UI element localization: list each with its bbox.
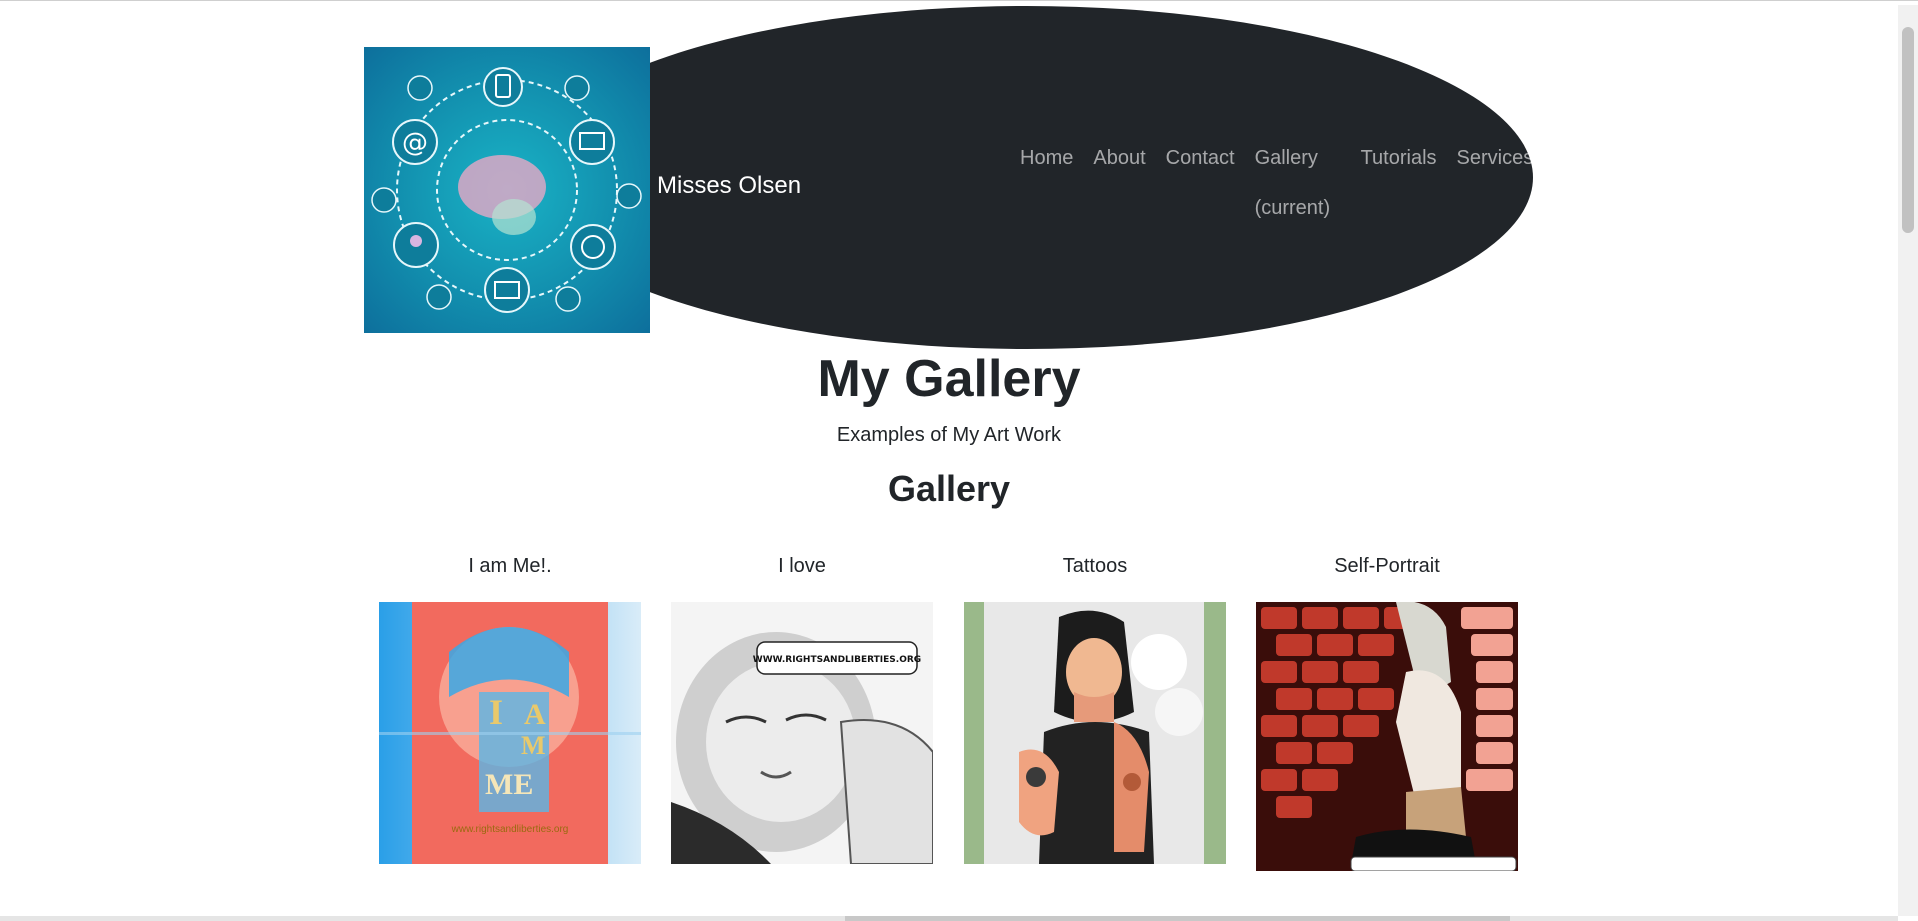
page-subtitle: Examples of My Art Work: [836, 424, 1062, 446]
gallery-image-tattoos[interactable]: [964, 602, 1226, 864]
svg-text:ME: ME: [485, 768, 533, 801]
svg-text:A: A: [524, 698, 546, 731]
gallery-image-i-love[interactable]: WWW.RIGHTSANDLIBERTIES.ORG: [671, 602, 933, 864]
brand-name[interactable]: Misses Olsen: [657, 172, 801, 200]
gallery-heading: Gallery: [887, 468, 1011, 509]
gallery-caption-2: I love: [778, 555, 826, 577]
gallery-image-i-am-me[interactable]: I A M ME www.rightsandliberties.org: [379, 602, 641, 864]
nav-tutorials[interactable]: Tutorials: [1351, 140, 1447, 233]
gallery-caption-4: Self-Portrait: [1334, 555, 1440, 577]
nav-about[interactable]: About: [1083, 140, 1155, 233]
scrollbar-thumb[interactable]: [1902, 27, 1914, 233]
watermark-text: www.rightsandliberties.org: [451, 824, 569, 835]
svg-text:M: M: [521, 731, 546, 760]
nav-home[interactable]: Home: [1010, 140, 1083, 233]
gallery-image-self-portrait[interactable]: [1256, 602, 1518, 871]
vertical-scrollbar[interactable]: [1898, 5, 1918, 916]
main-nav: Home About Contact Gallery (current) Tut…: [1010, 140, 1543, 233]
nav-gallery[interactable]: Gallery (current): [1245, 133, 1337, 233]
site-logo[interactable]: @: [364, 47, 650, 333]
svg-text:@: @: [402, 128, 428, 158]
browser-top-edge: [0, 0, 1918, 6]
network-globe-icon: @: [371, 67, 642, 313]
horizontal-scrollbar-thumb[interactable]: [845, 916, 1510, 921]
gallery-caption-3: Tattoos: [1062, 555, 1128, 577]
image-label: WWW.RIGHTSANDLIBERTIES.ORG: [753, 655, 921, 665]
nav-contact[interactable]: Contact: [1156, 140, 1245, 233]
svg-text:I: I: [489, 692, 503, 732]
horizontal-scrollbar[interactable]: [0, 916, 1898, 921]
gallery-caption-1: I am Me!.: [468, 555, 552, 577]
nav-services[interactable]: Services: [1447, 140, 1544, 233]
page-title: My Gallery: [817, 350, 1081, 408]
